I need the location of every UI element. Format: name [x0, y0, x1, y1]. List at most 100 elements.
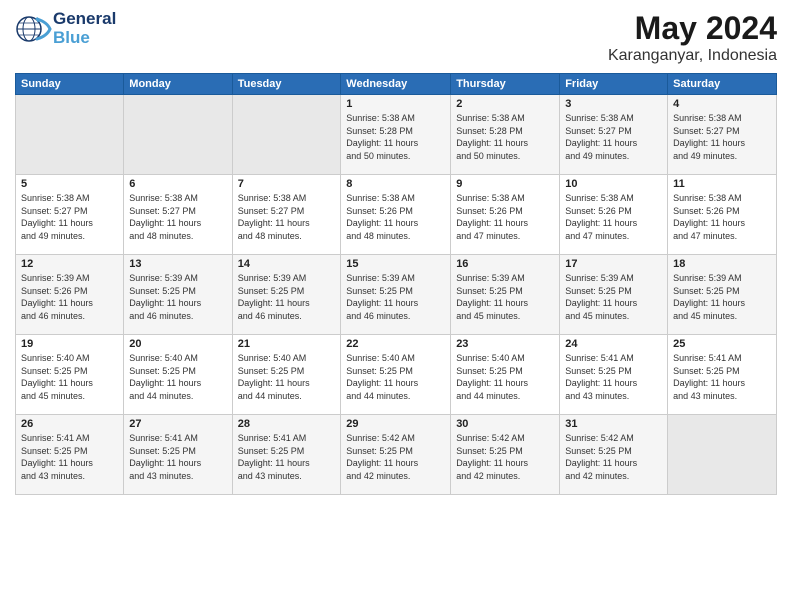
logo-general: General [53, 10, 116, 29]
day-cell-29: 29Sunrise: 5:42 AM Sunset: 5:25 PM Dayli… [341, 415, 451, 495]
logo: General Blue [15, 10, 116, 47]
day-info: Sunrise: 5:38 AM Sunset: 5:26 PM Dayligh… [673, 192, 771, 242]
day-info: Sunrise: 5:38 AM Sunset: 5:27 PM Dayligh… [673, 112, 771, 162]
day-number: 3 [565, 98, 662, 110]
day-cell-13: 13 Sunrise: 5:39 AM Sunset: 5:25 PM Dayli… [124, 255, 232, 335]
day-number: 8 [346, 178, 445, 190]
day-number: 15 [346, 258, 445, 270]
day-number: 24 [565, 338, 662, 350]
day-number: 27 [129, 418, 226, 430]
page: General Blue May 2024 Karanganyar, Indon… [0, 0, 792, 612]
day-cell-1: 1Sunrise: 5:38 AM Sunset: 5:28 PM Daylig… [341, 95, 451, 175]
day-cell-17: 17 Sunrise: 5:39 AM Sunset: 5:25 PM Dayli… [560, 255, 668, 335]
page-subtitle: Karanganyar, Indonesia [608, 47, 777, 65]
day-info: Sunrise: 5:38 AM Sunset: 5:27 PM Dayligh… [238, 192, 336, 242]
day-number: 14 [238, 258, 336, 270]
day-number: 5 [21, 178, 118, 190]
day-cell-30: 30Sunrise: 5:42 AM Sunset: 5:25 PM Dayli… [451, 415, 560, 495]
weekday-header-friday: Friday [560, 74, 668, 95]
day-cell-11: 11 Sunrise: 5:38 AM Sunset: 5:26 PM Dayli… [668, 175, 777, 255]
day-cell-2: 2Sunrise: 5:38 AM Sunset: 5:28 PM Daylig… [451, 95, 560, 175]
weekday-header-tuesday: Tuesday [232, 74, 341, 95]
week-row-1: 1Sunrise: 5:38 AM Sunset: 5:28 PM Daylig… [16, 95, 777, 175]
day-number: 11 [673, 178, 771, 190]
week-row-5: 26Sunrise: 5:41 AM Sunset: 5:25 PM Dayli… [16, 415, 777, 495]
day-info: Sunrise: 5:38 AM Sunset: 5:26 PM Dayligh… [456, 192, 554, 242]
day-info: Sunrise: 5:41 AM Sunset: 5:25 PM Dayligh… [673, 352, 771, 402]
day-info: Sunrise: 5:40 AM Sunset: 5:25 PM Dayligh… [129, 352, 226, 402]
day-number: 9 [456, 178, 554, 190]
day-info: Sunrise: 5:41 AM Sunset: 5:25 PM Dayligh… [238, 432, 336, 482]
day-info: Sunrise: 5:40 AM Sunset: 5:25 PM Dayligh… [238, 352, 336, 402]
globe-icon [15, 14, 53, 44]
day-cell-24: 24 Sunrise: 5:41 AM Sunset: 5:25 PM Dayli… [560, 335, 668, 415]
day-cell-8: 8 Sunrise: 5:38 AM Sunset: 5:26 PM Daylig… [341, 175, 451, 255]
day-cell-19: 19 Sunrise: 5:40 AM Sunset: 5:25 PM Dayli… [16, 335, 124, 415]
calendar-table: SundayMondayTuesdayWednesdayThursdayFrid… [15, 73, 777, 495]
day-info: Sunrise: 5:38 AM Sunset: 5:27 PM Dayligh… [565, 112, 662, 162]
day-cell-4: 4 Sunrise: 5:38 AM Sunset: 5:27 PM Daylig… [668, 95, 777, 175]
day-cell-23: 23Sunrise: 5:40 AM Sunset: 5:25 PM Dayli… [451, 335, 560, 415]
day-number: 18 [673, 258, 771, 270]
day-number: 17 [565, 258, 662, 270]
day-number: 16 [456, 258, 554, 270]
day-cell-25: 25 Sunrise: 5:41 AM Sunset: 5:25 PM Dayli… [668, 335, 777, 415]
week-row-3: 12 Sunrise: 5:39 AM Sunset: 5:26 PM Dayli… [16, 255, 777, 335]
day-info: Sunrise: 5:38 AM Sunset: 5:27 PM Dayligh… [129, 192, 226, 242]
logo-text-block: General Blue [53, 10, 116, 47]
day-cell-10: 10Sunrise: 5:38 AM Sunset: 5:26 PM Dayli… [560, 175, 668, 255]
day-info: Sunrise: 5:41 AM Sunset: 5:25 PM Dayligh… [565, 352, 662, 402]
day-cell-6: 6 Sunrise: 5:38 AM Sunset: 5:27 PM Daylig… [124, 175, 232, 255]
day-info: Sunrise: 5:38 AM Sunset: 5:28 PM Dayligh… [346, 112, 445, 162]
day-info: Sunrise: 5:40 AM Sunset: 5:25 PM Dayligh… [346, 352, 445, 402]
day-number: 6 [129, 178, 226, 190]
day-info: Sunrise: 5:39 AM Sunset: 5:25 PM Dayligh… [346, 272, 445, 322]
day-info: Sunrise: 5:40 AM Sunset: 5:25 PM Dayligh… [456, 352, 554, 402]
day-number: 12 [21, 258, 118, 270]
title-block: May 2024 Karanganyar, Indonesia [608, 10, 777, 65]
weekday-header-row: SundayMondayTuesdayWednesdayThursdayFrid… [16, 74, 777, 95]
day-number: 25 [673, 338, 771, 350]
logo-blue: Blue [53, 29, 116, 48]
day-number: 31 [565, 418, 662, 430]
day-number: 4 [673, 98, 771, 110]
header: General Blue May 2024 Karanganyar, Indon… [15, 10, 777, 65]
day-cell-18: 18Sunrise: 5:39 AM Sunset: 5:25 PM Dayli… [668, 255, 777, 335]
day-cell-31: 31 Sunrise: 5:42 AM Sunset: 5:25 PM Dayli… [560, 415, 668, 495]
day-number: 13 [129, 258, 226, 270]
day-cell-12: 12 Sunrise: 5:39 AM Sunset: 5:26 PM Dayli… [16, 255, 124, 335]
day-cell-empty [124, 95, 232, 175]
day-cell-14: 14Sunrise: 5:39 AM Sunset: 5:25 PM Dayli… [232, 255, 341, 335]
day-cell-21: 21Sunrise: 5:40 AM Sunset: 5:25 PM Dayli… [232, 335, 341, 415]
day-number: 22 [346, 338, 445, 350]
weekday-header-saturday: Saturday [668, 74, 777, 95]
day-info: Sunrise: 5:39 AM Sunset: 5:25 PM Dayligh… [456, 272, 554, 322]
day-info: Sunrise: 5:40 AM Sunset: 5:25 PM Dayligh… [21, 352, 118, 402]
day-cell-5: 5 Sunrise: 5:38 AM Sunset: 5:27 PM Daylig… [16, 175, 124, 255]
day-info: Sunrise: 5:39 AM Sunset: 5:26 PM Dayligh… [21, 272, 118, 322]
day-cell-15: 15 Sunrise: 5:39 AM Sunset: 5:25 PM Dayli… [341, 255, 451, 335]
day-info: Sunrise: 5:39 AM Sunset: 5:25 PM Dayligh… [129, 272, 226, 322]
weekday-header-wednesday: Wednesday [341, 74, 451, 95]
day-cell-28: 28Sunrise: 5:41 AM Sunset: 5:25 PM Dayli… [232, 415, 341, 495]
day-cell-empty [232, 95, 341, 175]
weekday-header-sunday: Sunday [16, 74, 124, 95]
day-info: Sunrise: 5:42 AM Sunset: 5:25 PM Dayligh… [565, 432, 662, 482]
day-info: Sunrise: 5:42 AM Sunset: 5:25 PM Dayligh… [456, 432, 554, 482]
day-info: Sunrise: 5:38 AM Sunset: 5:27 PM Dayligh… [21, 192, 118, 242]
weekday-header-thursday: Thursday [451, 74, 560, 95]
day-cell-7: 7Sunrise: 5:38 AM Sunset: 5:27 PM Daylig… [232, 175, 341, 255]
day-cell-22: 22 Sunrise: 5:40 AM Sunset: 5:25 PM Dayli… [341, 335, 451, 415]
day-info: Sunrise: 5:39 AM Sunset: 5:25 PM Dayligh… [565, 272, 662, 322]
day-cell-20: 20Sunrise: 5:40 AM Sunset: 5:25 PM Dayli… [124, 335, 232, 415]
day-info: Sunrise: 5:38 AM Sunset: 5:26 PM Dayligh… [346, 192, 445, 242]
day-cell-empty [16, 95, 124, 175]
day-number: 19 [21, 338, 118, 350]
day-cell-26: 26Sunrise: 5:41 AM Sunset: 5:25 PM Dayli… [16, 415, 124, 495]
day-cell-3: 3 Sunrise: 5:38 AM Sunset: 5:27 PM Daylig… [560, 95, 668, 175]
page-title: May 2024 [608, 10, 777, 47]
day-number: 29 [346, 418, 445, 430]
week-row-2: 5 Sunrise: 5:38 AM Sunset: 5:27 PM Daylig… [16, 175, 777, 255]
week-row-4: 19 Sunrise: 5:40 AM Sunset: 5:25 PM Dayli… [16, 335, 777, 415]
weekday-header-monday: Monday [124, 74, 232, 95]
